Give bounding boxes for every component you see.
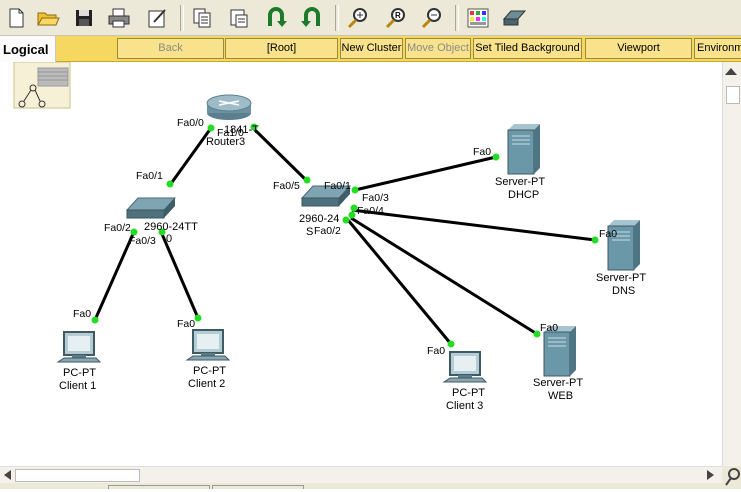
port-label-router-fa10: Fa1/0 bbox=[217, 127, 244, 139]
root-button[interactable]: [Root] bbox=[225, 38, 338, 59]
dns-type-label: Server-PT bbox=[596, 272, 646, 284]
activity-wizard-icon[interactable] bbox=[143, 4, 171, 32]
port-label-sw1-fa02: Fa0/2 bbox=[314, 225, 341, 237]
link-switch1-dns bbox=[351, 208, 596, 242]
new-cluster-button[interactable]: New Cluster bbox=[340, 38, 403, 59]
port-label-dhcp-fa0: Fa0 bbox=[473, 146, 491, 158]
palette-icon[interactable] bbox=[464, 4, 492, 32]
scroll-left-arrow-icon[interactable] bbox=[4, 470, 11, 480]
dhcp-name-label: DHCP bbox=[508, 189, 539, 201]
link-router-switch0 bbox=[168, 127, 213, 186]
port-label-sw1-fa04: Fa0/4 bbox=[357, 205, 384, 217]
paste-icon[interactable] bbox=[225, 4, 253, 32]
link-switch1-dhcp bbox=[354, 155, 497, 192]
web-type-label: Server-PT bbox=[533, 377, 583, 389]
horizontal-scrollbar[interactable] bbox=[0, 466, 722, 483]
save-icon[interactable] bbox=[70, 4, 98, 32]
client2-type-label: PC-PT bbox=[193, 365, 226, 377]
port-label-sw1-fa05: Fa0/5 bbox=[273, 180, 300, 192]
dhcp-server-device[interactable] bbox=[507, 124, 540, 175]
port-label-client3-fa0: Fa0 bbox=[427, 345, 445, 357]
client3-name-label: Client 3 bbox=[446, 400, 483, 412]
dns-name-label: DNS bbox=[612, 285, 635, 297]
toolbar-separator bbox=[455, 5, 459, 31]
scroll-right-arrow-icon[interactable] bbox=[707, 470, 714, 480]
client3-type-label: PC-PT bbox=[452, 387, 485, 399]
main-toolbar: R bbox=[0, 0, 741, 36]
port-label-sw1-fa03: Fa0/3 bbox=[362, 192, 389, 204]
link-switch0-client1 bbox=[93, 233, 135, 321]
logical-workspace-canvas[interactable]: 1841-T Router3 2960-24TT 0 2960-24 S PC-… bbox=[0, 62, 722, 466]
switch0-device[interactable] bbox=[125, 197, 177, 219]
port-label-web-fa0: Fa0 bbox=[540, 322, 558, 334]
environment-button[interactable]: Environm bbox=[694, 38, 741, 59]
link-switch1-client3 bbox=[346, 219, 453, 345]
new-file-icon[interactable] bbox=[2, 4, 30, 32]
client2-pc-device[interactable] bbox=[185, 329, 231, 361]
move-object-button[interactable]: Move Object bbox=[405, 38, 471, 59]
link-switch1-web bbox=[350, 216, 538, 336]
router-device[interactable] bbox=[206, 94, 252, 120]
switch0-type-label: 2960-24TT bbox=[144, 221, 198, 233]
port-label-router-fa00: Fa0/0 bbox=[177, 117, 204, 129]
web-name-label: WEB bbox=[548, 390, 573, 402]
logical-view-icon bbox=[13, 62, 71, 109]
zoom-out-icon[interactable] bbox=[418, 4, 446, 32]
svg-text:R: R bbox=[395, 11, 401, 20]
undo-icon[interactable] bbox=[262, 4, 290, 32]
port-label-client2-fa0: Fa0 bbox=[177, 318, 195, 330]
port-label-sw0-fa02: Fa0/2 bbox=[104, 222, 131, 234]
logical-tab[interactable]: Logical bbox=[0, 36, 56, 62]
vertical-scroll-thumb[interactable] bbox=[726, 86, 740, 104]
zoom-in-icon[interactable] bbox=[344, 4, 372, 32]
print-icon[interactable] bbox=[105, 4, 133, 32]
copy-icon[interactable] bbox=[188, 4, 216, 32]
status-bar bbox=[0, 483, 722, 489]
port-label-sw0-fa01: Fa0/1 bbox=[136, 170, 163, 182]
open-folder-icon[interactable] bbox=[34, 4, 62, 32]
port-label-sw0-fa03: Fa0/3 bbox=[129, 235, 156, 247]
zoom-reset-icon[interactable]: R bbox=[382, 4, 410, 32]
workspace-navbar: Logical Back [Root] New Cluster Move Obj… bbox=[0, 36, 741, 62]
client1-type-label: PC-PT bbox=[63, 367, 96, 379]
link-switch0-client2 bbox=[160, 233, 200, 319]
scroll-up-arrow-icon[interactable] bbox=[725, 68, 737, 75]
vertical-scrollbar[interactable] bbox=[722, 62, 741, 466]
port-label-client1-fa0: Fa0 bbox=[73, 308, 91, 320]
client3-pc-device[interactable] bbox=[442, 351, 488, 383]
client1-name-label: Client 1 bbox=[59, 380, 96, 392]
dhcp-type-label: Server-PT bbox=[495, 176, 545, 188]
horizontal-scroll-thumb[interactable] bbox=[15, 469, 140, 482]
set-tiled-background-button[interactable]: Set Tiled Background bbox=[473, 38, 582, 59]
switch0-name-label: 0 bbox=[166, 233, 172, 245]
viewport-button[interactable]: Viewport bbox=[585, 38, 692, 59]
port-label-dns-fa0: Fa0 bbox=[599, 228, 617, 240]
toolbar-separator bbox=[180, 5, 184, 31]
link-router-switch1 bbox=[250, 125, 308, 182]
redo-icon[interactable] bbox=[298, 4, 326, 32]
back-button[interactable]: Back bbox=[117, 38, 224, 59]
switch1-type-label: 2960-24 bbox=[299, 213, 339, 225]
scrollbar-corner bbox=[722, 466, 741, 489]
device-template-icon[interactable] bbox=[500, 4, 528, 32]
client2-name-label: Client 2 bbox=[188, 378, 225, 390]
port-label-sw1-fa01: Fa0/1 bbox=[324, 180, 351, 192]
toolbar-separator bbox=[335, 5, 339, 31]
switch1-name-label: S bbox=[306, 226, 313, 238]
client1-pc-device[interactable] bbox=[56, 331, 102, 363]
